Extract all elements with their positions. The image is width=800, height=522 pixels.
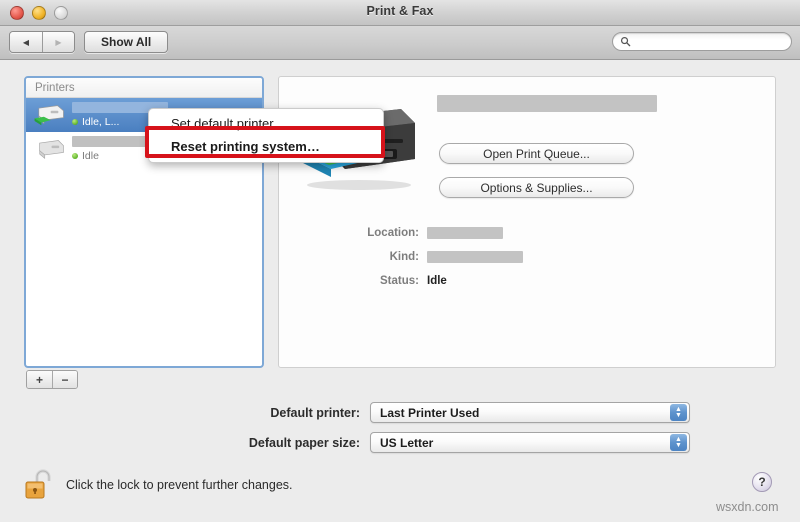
default-printer-select[interactable]: Last Printer Used ▲ ▼ bbox=[370, 402, 690, 423]
color-printer-icon bbox=[32, 101, 66, 129]
status-value: Idle bbox=[427, 275, 447, 287]
print-and-fax-window: Print & Fax ◀ ▶ Show All Printers Idle, … bbox=[0, 0, 800, 522]
watermark: wsxdn.com bbox=[716, 500, 779, 514]
status-row: Status: Idle bbox=[279, 275, 775, 287]
lock-message: Click the lock to prevent further change… bbox=[66, 478, 293, 492]
default-paper-size-label: Default paper size: bbox=[248, 435, 360, 450]
location-row: Location: bbox=[279, 227, 775, 239]
status-dot-icon bbox=[72, 153, 78, 159]
remove-printer-button[interactable]: − bbox=[52, 371, 77, 388]
forward-button[interactable]: ▶ bbox=[42, 32, 74, 52]
default-paper-size-value: US Letter bbox=[380, 435, 434, 450]
default-paper-size-row: Default paper size: US Letter ▲ ▼ bbox=[0, 432, 800, 453]
search-field[interactable] bbox=[612, 32, 792, 51]
navigation-buttons: ◀ ▶ bbox=[9, 31, 75, 53]
options-and-supplies-button[interactable]: Options & Supplies... bbox=[439, 177, 634, 198]
add-printer-button[interactable]: + bbox=[27, 371, 52, 388]
chevron-updown-icon: ▲ ▼ bbox=[670, 434, 687, 451]
list-add-remove-buttons: + − bbox=[26, 370, 78, 389]
gray-printer-icon bbox=[32, 135, 66, 163]
help-button[interactable]: ? bbox=[752, 472, 772, 492]
menu-item-reset-printing-system[interactable]: Reset printing system… bbox=[149, 135, 383, 158]
printers-list-header: Printers bbox=[26, 78, 262, 98]
main-content: Printers Idle, L... Idle + − Open Print … bbox=[0, 60, 800, 522]
search-icon bbox=[620, 36, 631, 47]
printer-status-label: Idle, L... bbox=[82, 116, 120, 128]
printer-status-label: Idle bbox=[82, 150, 99, 162]
back-button[interactable]: ◀ bbox=[10, 32, 42, 52]
search-input[interactable] bbox=[635, 35, 775, 48]
chevron-updown-icon: ▲ ▼ bbox=[670, 404, 687, 421]
kind-value-redacted bbox=[427, 251, 523, 263]
kind-row: Kind: bbox=[279, 251, 775, 263]
open-padlock-icon[interactable] bbox=[24, 468, 54, 502]
status-label: Status: bbox=[380, 275, 419, 287]
kind-label: Kind: bbox=[389, 251, 419, 263]
window-title: Print & Fax bbox=[366, 4, 434, 18]
status-dot-icon bbox=[72, 119, 78, 125]
default-printer-row: Default printer: Last Printer Used ▲ ▼ bbox=[0, 402, 800, 423]
menu-item-set-default-printer[interactable]: Set default printer bbox=[149, 112, 383, 135]
default-printer-label: Default printer: bbox=[270, 405, 360, 420]
context-menu[interactable]: Set default printer Reset printing syste… bbox=[148, 108, 384, 163]
toolbar: ◀ ▶ Show All bbox=[0, 26, 800, 60]
default-paper-size-select[interactable]: US Letter ▲ ▼ bbox=[370, 432, 690, 453]
location-label: Location: bbox=[367, 227, 419, 239]
default-printer-value: Last Printer Used bbox=[380, 405, 480, 420]
open-print-queue-button[interactable]: Open Print Queue... bbox=[439, 143, 634, 164]
printer-name-redacted bbox=[437, 95, 657, 112]
lock-area[interactable]: Click the lock to prevent further change… bbox=[24, 468, 293, 502]
show-all-button[interactable]: Show All bbox=[84, 31, 169, 53]
title-bar: Print & Fax bbox=[0, 0, 800, 26]
location-value-redacted bbox=[427, 227, 503, 239]
